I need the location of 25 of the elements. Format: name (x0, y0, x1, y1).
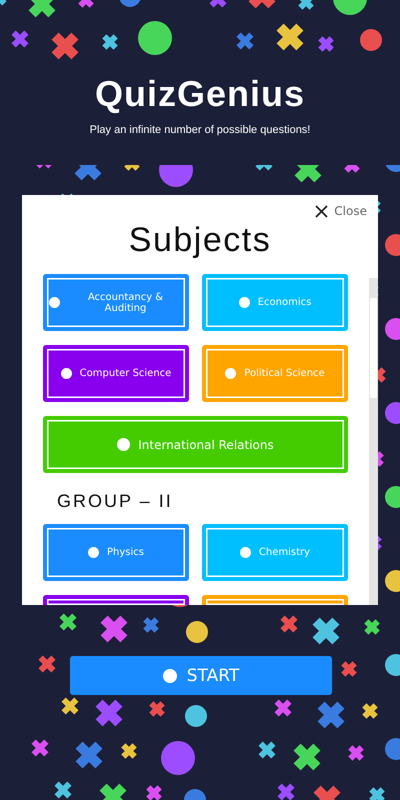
radio-dot-icon (240, 547, 251, 558)
radio-dot-icon (88, 547, 99, 558)
start-button[interactable]: START (70, 656, 332, 695)
radio-dot-icon (117, 438, 130, 451)
close-icon (315, 204, 328, 218)
subject-button[interactable]: Chemistry (202, 524, 348, 581)
subject-button[interactable]: International Relations (43, 416, 348, 473)
scrollbar-thumb[interactable] (370, 298, 377, 398)
dialog-title: Subjects (128, 220, 272, 260)
subject-button[interactable]: Computer Science (43, 345, 189, 402)
scrollbar[interactable] (369, 278, 378, 605)
subject-button[interactable] (43, 595, 189, 605)
radio-dot-icon (60, 368, 72, 379)
subject-button[interactable]: Economics (202, 274, 348, 331)
app-title: QuizGenius (94, 74, 306, 114)
radio-dot-icon (49, 297, 60, 308)
close-button[interactable]: Close (313, 202, 369, 220)
radio-dot-icon (162, 668, 177, 682)
subject-button[interactable]: Accountancy & Auditing (43, 274, 189, 331)
group-heading: GROUP – II (57, 491, 174, 512)
subject-button[interactable]: Political Science (202, 345, 348, 402)
subject-button[interactable]: Physics (43, 524, 189, 581)
radio-dot-icon (225, 368, 236, 379)
app-subtitle: Play an infinite number of possible questions! (90, 124, 310, 136)
radio-dot-icon (238, 297, 250, 308)
